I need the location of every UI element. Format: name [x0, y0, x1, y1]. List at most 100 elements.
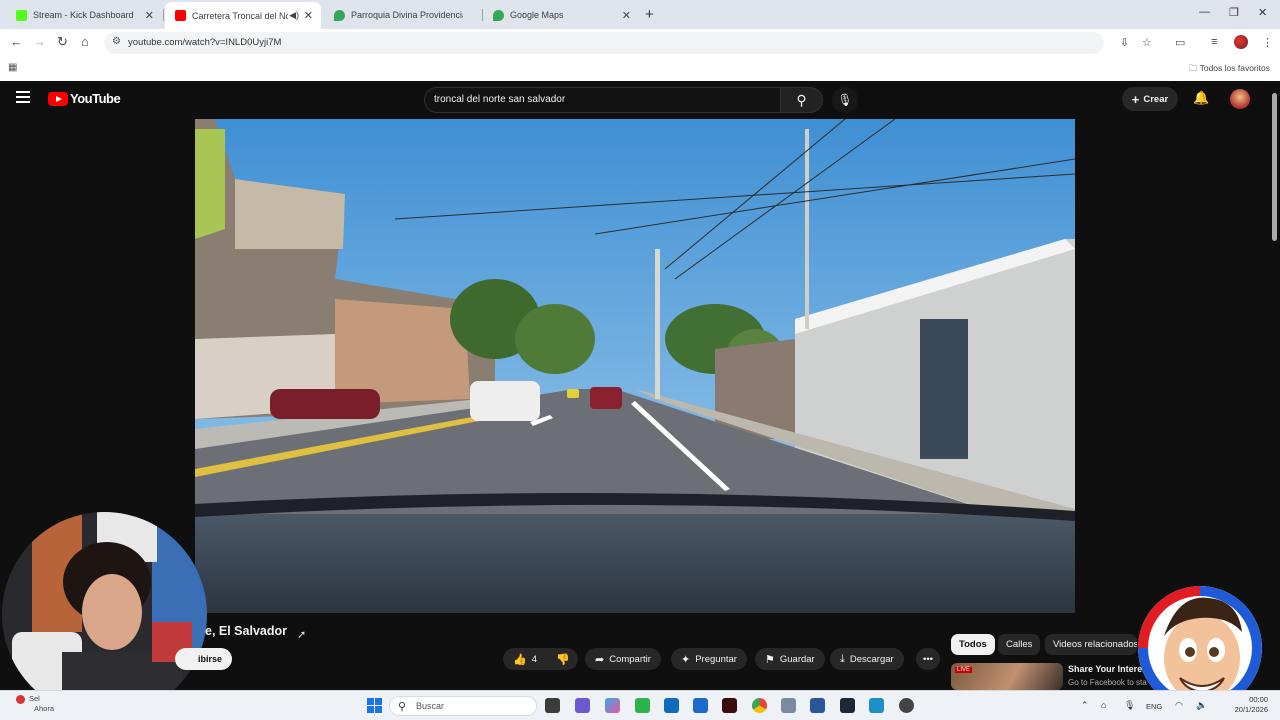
- recommendation-title[interactable]: Share Your Intere: [1068, 664, 1142, 674]
- download-label: Descargar: [849, 653, 894, 665]
- chip-calles[interactable]: Calles: [998, 634, 1041, 655]
- forward-icon[interactable]: →: [33, 35, 46, 49]
- audio-playing-icon[interactable]: ◀): [289, 10, 299, 21]
- copilot-icon[interactable]: [605, 698, 620, 713]
- windows-taskbar: Sel Ahora ⚲ Buscar ⌃ ⌂ 🎙 ENG ◠ 🔈 00:00 2…: [0, 690, 1280, 720]
- tab-title: Google Maps: [510, 10, 564, 20]
- word-icon[interactable]: [810, 698, 825, 713]
- reload-icon[interactable]: ↻: [57, 35, 68, 49]
- maps-pin-icon: [334, 9, 345, 21]
- scrollbar-thumb[interactable]: [1272, 93, 1277, 241]
- camtasia-icon[interactable]: [635, 698, 650, 713]
- webcam-picture: [2, 512, 207, 717]
- voice-search-button[interactable]: 🎙: [832, 87, 858, 113]
- install-app-icon[interactable]: ⇩: [1120, 36, 1129, 49]
- video-title: e, El Salvador: [205, 624, 287, 638]
- store-icon[interactable]: [693, 698, 708, 713]
- tab-close-icon[interactable]: ✕: [622, 9, 631, 22]
- search-input[interactable]: [434, 94, 764, 105]
- tab-close-icon[interactable]: ✕: [304, 9, 313, 22]
- notification-widget[interactable]: Sel Ahora: [16, 694, 54, 714]
- account-avatar[interactable]: [1230, 89, 1250, 109]
- page-scrollbar[interactable]: [1270, 81, 1280, 690]
- profile-avatar[interactable]: [1234, 35, 1248, 49]
- plus-icon: +: [1131, 91, 1140, 107]
- tab-google-maps[interactable]: Google Maps ✕: [483, 4, 639, 26]
- camera-icon[interactable]: [781, 698, 796, 713]
- taskbar-clock[interactable]: 00:00 20/1/2026: [1228, 695, 1268, 715]
- thumbs-up-icon: 👍: [513, 653, 527, 666]
- subscribe-button[interactable]: ibirse: [175, 648, 232, 670]
- tab-carretera-troncal[interactable]: Carretera Troncal del Norte ◀) ✕: [165, 2, 321, 29]
- like-count: 4: [531, 653, 537, 665]
- chip-todos[interactable]: Todos: [951, 634, 995, 655]
- tab-title: Carretera Troncal del Norte: [192, 10, 288, 21]
- like-button[interactable]: 👍 4: [503, 648, 548, 670]
- clock-date: 20/1/2026: [1234, 705, 1268, 714]
- bookmarks-bar: ▦ 🗀 Todos los favoritos: [0, 57, 1280, 81]
- notification-title: Sel: [29, 694, 40, 703]
- search-box[interactable]: [424, 87, 781, 113]
- download-button[interactable]: ⤓ Descargar: [830, 648, 904, 670]
- youtube-favicon-icon: [175, 10, 186, 21]
- url-text[interactable]: youtube.com/watch?v=INLD0Uyji7M: [128, 37, 281, 48]
- bookmark-icon: ⚑: [765, 653, 775, 666]
- teams-icon[interactable]: [575, 698, 590, 713]
- minimize-icon[interactable]: —: [1199, 6, 1210, 18]
- notification-badge-icon: [16, 694, 25, 704]
- discord-icon[interactable]: [899, 698, 914, 713]
- tab-title: Stream - Kick Dashboard: [33, 10, 134, 20]
- back-icon[interactable]: ←: [10, 35, 23, 49]
- network-icon[interactable]: ⌂: [1101, 700, 1106, 710]
- save-button[interactable]: ⚑ Guardar: [755, 648, 825, 670]
- chrome-icon[interactable]: [752, 698, 767, 713]
- mouse-cursor-icon: ➚: [297, 629, 307, 641]
- home-icon[interactable]: ⌂: [81, 35, 89, 49]
- guide-menu-icon[interactable]: [16, 91, 30, 103]
- tray-chevron-icon[interactable]: ⌃: [1081, 700, 1089, 711]
- search-button[interactable]: ⚲: [781, 87, 823, 113]
- apps-grid-icon[interactable]: ▦: [8, 62, 17, 73]
- wifi-icon[interactable]: ◠: [1175, 700, 1183, 711]
- download-icon: ⤓: [840, 652, 845, 665]
- address-bar[interactable]: ⚙ youtube.com/watch?v=INLD0Uyji7M: [104, 32, 1104, 54]
- windows-start-icon[interactable]: [367, 698, 382, 713]
- task-view-icon[interactable]: [545, 698, 560, 713]
- search-icon: ⚲: [398, 701, 407, 713]
- video-player[interactable]: [195, 119, 1075, 613]
- share-button[interactable]: ➦ Compartir: [585, 648, 661, 670]
- all-bookmarks-folder[interactable]: 🗀 Todos los favoritos: [1189, 63, 1270, 77]
- taskbar-search[interactable]: ⚲ Buscar: [389, 696, 537, 716]
- site-info-icon[interactable]: ⚙: [112, 36, 121, 47]
- kebab-menu-icon[interactable]: ⋮: [1262, 36, 1273, 49]
- sparkle-icon: ✦: [681, 653, 691, 666]
- youtube-logo[interactable]: YouTube: [48, 91, 121, 106]
- close-window-icon[interactable]: ✕: [1258, 6, 1267, 19]
- share-arrow-icon: ➦: [595, 653, 605, 666]
- folder-icon: 🗀: [1188, 63, 1200, 73]
- media-controls-icon[interactable]: ≡: [1211, 36, 1217, 48]
- tab-close-icon[interactable]: ✕: [145, 9, 154, 22]
- kick-favicon-icon: [16, 9, 27, 21]
- notifications-bell-icon[interactable]: 🔔: [1193, 90, 1209, 106]
- language-indicator[interactable]: ENG: [1146, 702, 1162, 711]
- app-icon[interactable]: [869, 698, 884, 713]
- new-tab-button[interactable]: +: [645, 6, 654, 23]
- bookmark-star-icon[interactable]: ☆: [1142, 36, 1152, 49]
- outlook-icon[interactable]: [664, 698, 679, 713]
- chip-videos-relacionados[interactable]: Videos relacionados: [1045, 634, 1137, 655]
- tab-kick-dashboard[interactable]: Stream - Kick Dashboard ✕: [6, 4, 162, 26]
- restore-icon[interactable]: ❐: [1229, 6, 1239, 19]
- microphone-icon[interactable]: 🎙: [1124, 700, 1135, 711]
- create-button[interactable]: + Crear: [1122, 87, 1178, 111]
- ask-button[interactable]: ✦ Preguntar: [671, 648, 747, 670]
- dislike-button[interactable]: 👎: [548, 648, 578, 670]
- volume-icon[interactable]: 🔈: [1196, 700, 1207, 711]
- browser-tab-strip: Stream - Kick Dashboard ✕ Carretera Tron…: [0, 0, 1280, 29]
- cast-icon[interactable]: ▭: [1175, 36, 1185, 49]
- video-frame: [195, 119, 1075, 613]
- more-actions-button[interactable]: •••: [916, 648, 940, 670]
- steam-icon[interactable]: [840, 698, 855, 713]
- obs-icon[interactable]: [722, 698, 737, 713]
- tab-parroquia[interactable]: Parroquia Divina Providencia -: [324, 4, 480, 26]
